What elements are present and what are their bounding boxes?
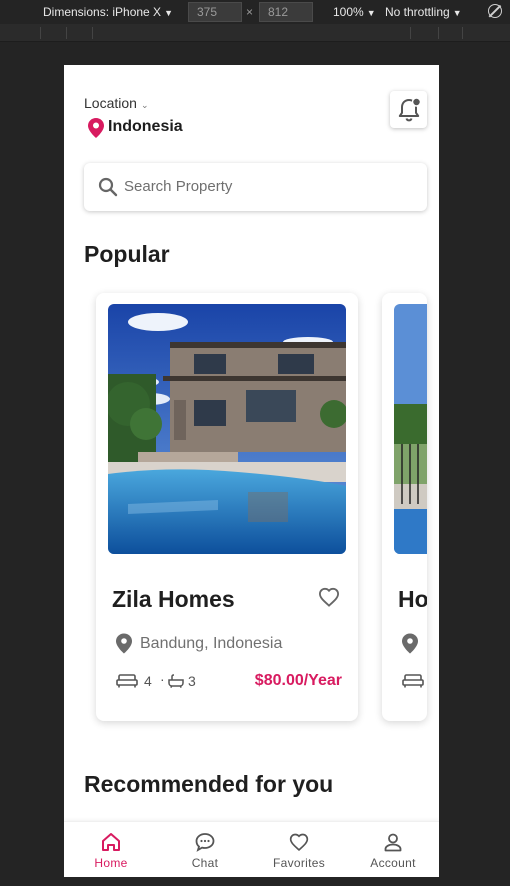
rotate-icon[interactable] [488, 4, 502, 18]
nav-label-chat: Chat [191, 856, 219, 870]
bottom-navigation: Home Chat Favorites Account [64, 821, 439, 877]
property-price: $80.00/Year [254, 672, 342, 689]
bath-count: 3 [188, 673, 196, 689]
property-location: Bandung, Indonesia [140, 635, 283, 652]
property-name: Ho [398, 586, 427, 612]
chevron-down-icon: ▼ [164, 8, 173, 18]
chat-icon [195, 833, 215, 852]
height-input[interactable]: 812 [259, 2, 313, 22]
phone-viewport: Location ⌄ Indonesia Search Property Popu… [64, 65, 439, 877]
home-icon [102, 833, 120, 851]
search-icon [98, 177, 118, 197]
notification-button[interactable] [390, 91, 427, 128]
property-name: Zila Homes [112, 586, 235, 612]
nav-label-home: Home [94, 856, 128, 870]
separator-dot: · [160, 671, 165, 687]
favorite-heart-icon[interactable] [318, 587, 340, 607]
nav-item-account[interactable]: Account [346, 822, 439, 877]
bell-icon [398, 97, 422, 122]
property-photo [108, 304, 346, 554]
throttling-select[interactable]: No throttling ▼ [385, 5, 462, 19]
location-pin-icon [88, 118, 104, 138]
times-sign: × [246, 5, 254, 19]
nav-item-favorites[interactable]: Favorites [252, 822, 346, 877]
section-title-popular: Popular [84, 241, 170, 267]
bathtub-icon [168, 674, 184, 688]
nav-item-home[interactable]: Home [64, 822, 158, 877]
heart-icon [289, 833, 309, 852]
location-selector[interactable]: Location ⌄ [84, 95, 148, 111]
nav-item-chat[interactable]: Chat [158, 822, 252, 877]
chevron-down-icon: ▼ [366, 8, 376, 18]
section-title-recommended: Recommended for you [84, 771, 334, 797]
location-pin-icon [116, 633, 132, 654]
width-input[interactable]: 375 [188, 2, 242, 22]
location-value[interactable]: Indonesia [108, 118, 183, 136]
nav-label-favorites: Favorites [272, 856, 326, 870]
bed-icon [116, 674, 138, 688]
zoom-select[interactable]: 100% ▼ [333, 5, 376, 19]
search-input[interactable]: Search Property [84, 163, 427, 211]
property-card[interactable]: Ho [382, 293, 427, 721]
bed-count: 4 [144, 673, 152, 689]
chevron-down-icon: ⌄ [140, 100, 149, 110]
devtools-toolbar: Dimensions: iPhone X ▼ 375 × 812 100% ▼ No… [0, 0, 510, 24]
property-card[interactable]: Zila Homes Bandung, Indonesia 4 · 3 $80.… [96, 293, 358, 721]
search-placeholder: Search Property [124, 178, 233, 195]
media-query-ruler [0, 24, 510, 42]
bed-icon [402, 674, 424, 688]
chevron-down-icon: ▼ [452, 8, 462, 18]
device-select[interactable]: Dimensions: iPhone X ▼ [43, 5, 173, 19]
account-icon [384, 833, 402, 852]
property-photo [394, 304, 427, 554]
nav-label-account: Account [370, 856, 416, 870]
location-pin-icon [402, 633, 418, 654]
